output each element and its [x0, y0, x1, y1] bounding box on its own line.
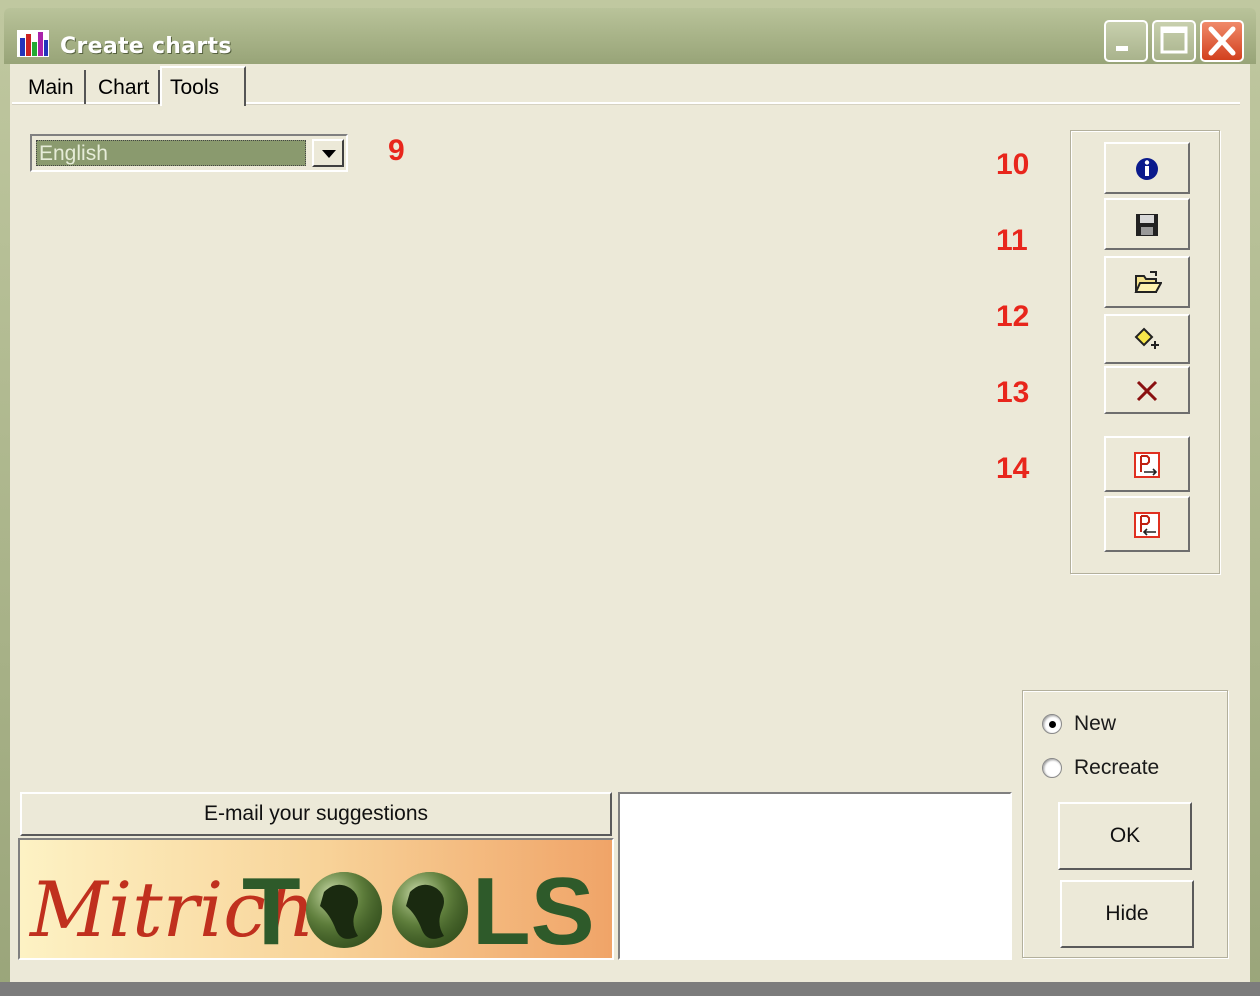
eraser-icon	[1134, 327, 1159, 349]
email-suggestions-button[interactable]: E-mail your suggestions	[20, 792, 612, 836]
notes-textarea[interactable]	[618, 792, 1012, 960]
tab-tools[interactable]: Tools	[160, 66, 246, 106]
globe-icon	[392, 872, 468, 948]
export-button[interactable]	[1104, 436, 1190, 492]
mitrichtools-logo-art: Mitrich T LS	[28, 858, 595, 958]
radio-dot	[1049, 721, 1056, 728]
language-select[interactable]: English	[30, 134, 348, 172]
maximize-button[interactable]	[1152, 20, 1196, 62]
radio-new[interactable]: New	[1040, 710, 1200, 740]
marker-14: 14	[996, 452, 1030, 485]
radio-button[interactable]	[1042, 714, 1062, 734]
logo-text-ls: LS	[472, 858, 595, 958]
close-button[interactable]	[1200, 20, 1244, 62]
delete-x-icon	[1136, 380, 1158, 402]
marker-11: 11	[996, 224, 1028, 257]
ok-button[interactable]: OK	[1058, 802, 1192, 870]
delete-button[interactable]	[1104, 366, 1190, 414]
bar-chart-icon	[17, 30, 49, 57]
logo-text-t: T	[242, 858, 301, 958]
tab-chart[interactable]: Chart	[90, 70, 160, 104]
dropdown-button[interactable]	[312, 139, 344, 167]
window-title: Create charts	[60, 34, 232, 59]
info-button[interactable]	[1104, 142, 1190, 194]
tab-main[interactable]: Main	[20, 70, 86, 104]
marker-9: 9	[388, 134, 405, 167]
clear-format-button[interactable]	[1104, 314, 1190, 364]
folder-open-icon	[1134, 271, 1162, 293]
open-button[interactable]	[1104, 256, 1190, 308]
window-bottom-border	[0, 982, 1260, 996]
marker-10: 10	[996, 148, 1030, 181]
marker-13: 13	[996, 376, 1030, 409]
import-icon	[1134, 512, 1160, 538]
info-icon	[1136, 158, 1158, 180]
radio-button[interactable]	[1042, 758, 1062, 778]
maximize-icon	[1160, 26, 1188, 54]
tab-label: Chart	[98, 76, 150, 99]
tab-label: Main	[28, 76, 74, 99]
radio-recreate[interactable]: Recreate	[1040, 754, 1200, 784]
globe-icon	[306, 872, 382, 948]
radio-label: New	[1074, 712, 1117, 735]
import-button[interactable]	[1104, 496, 1190, 552]
tab-label: Tools	[170, 76, 220, 99]
title-bar[interactable]: Create charts	[4, 8, 1256, 64]
export-icon	[1134, 452, 1160, 478]
minimize-button[interactable]	[1104, 20, 1148, 62]
mitrichtools-logo[interactable]: Mitrich T LS	[18, 838, 614, 960]
close-icon	[1208, 26, 1236, 56]
save-icon	[1136, 214, 1158, 236]
language-select-value: English	[36, 140, 306, 166]
radio-label: Recreate	[1074, 756, 1160, 779]
minimize-icon	[1116, 46, 1128, 51]
marker-12: 12	[996, 300, 1030, 333]
chevron-down-icon	[322, 150, 336, 158]
app-window: Create charts Main Chart Tools English 9…	[0, 0, 1260, 996]
save-button[interactable]	[1104, 198, 1190, 250]
hide-button[interactable]: Hide	[1060, 880, 1194, 948]
